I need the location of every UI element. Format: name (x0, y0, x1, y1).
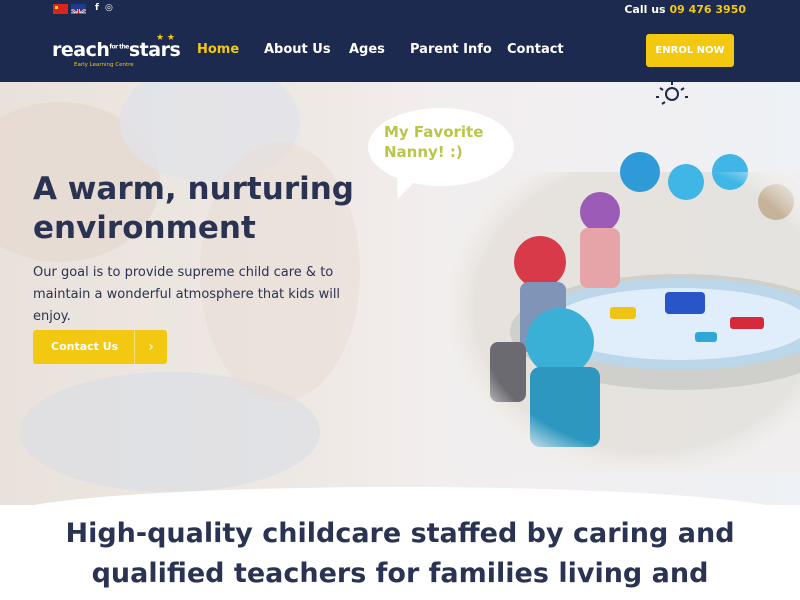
nav-home[interactable]: Home (197, 42, 239, 57)
contact-us-button[interactable]: Contact Us › (33, 330, 167, 364)
instagram-icon[interactable]: ◎ (105, 3, 113, 13)
facebook-icon[interactable]: f (95, 3, 99, 13)
uk-flag-icon[interactable] (71, 4, 86, 14)
contact-us-label: Contact Us (51, 340, 119, 353)
china-flag-icon[interactable] (53, 4, 68, 14)
hero-section: My Favorite Nanny! :) A warm, nurturing … (0, 82, 800, 505)
phone-info[interactable]: Call us 09 476 3950 (624, 3, 746, 16)
nav-contact[interactable]: Contact (507, 42, 564, 57)
top-bar: f ◎ Call us 09 476 3950 (0, 0, 800, 19)
site-logo[interactable]: reachfor thestars ★ ★ Early Learning Cen… (52, 33, 182, 71)
sun-doodle-icon (656, 82, 688, 105)
chevron-right-icon: › (134, 330, 167, 364)
logo-subtitle: Early Learning Centre (74, 62, 134, 68)
hero-description: Our goal is to provide supreme child car… (33, 265, 341, 324)
phone-number[interactable]: 09 476 3950 (669, 3, 746, 16)
nav-parent-info[interactable]: Parent Info (410, 42, 492, 57)
logo-stars-icon: ★ ★ (156, 33, 175, 43)
speech-bubble-text: My Favorite Nanny! :) (384, 123, 484, 161)
section-heading: High-quality childcare staffed by caring… (65, 518, 735, 589)
enrol-now-button[interactable]: ENROL NOW (646, 34, 734, 67)
hero-title: A warm, nurturing environment (33, 171, 354, 246)
nav-about-us[interactable]: About Us (264, 42, 331, 57)
call-label: Call us (624, 3, 666, 16)
main-header: reachfor thestars ★ ★ Early Learning Cen… (0, 19, 800, 82)
nav-ages[interactable]: Ages (349, 42, 385, 57)
kids-water-play-photo (450, 152, 800, 472)
